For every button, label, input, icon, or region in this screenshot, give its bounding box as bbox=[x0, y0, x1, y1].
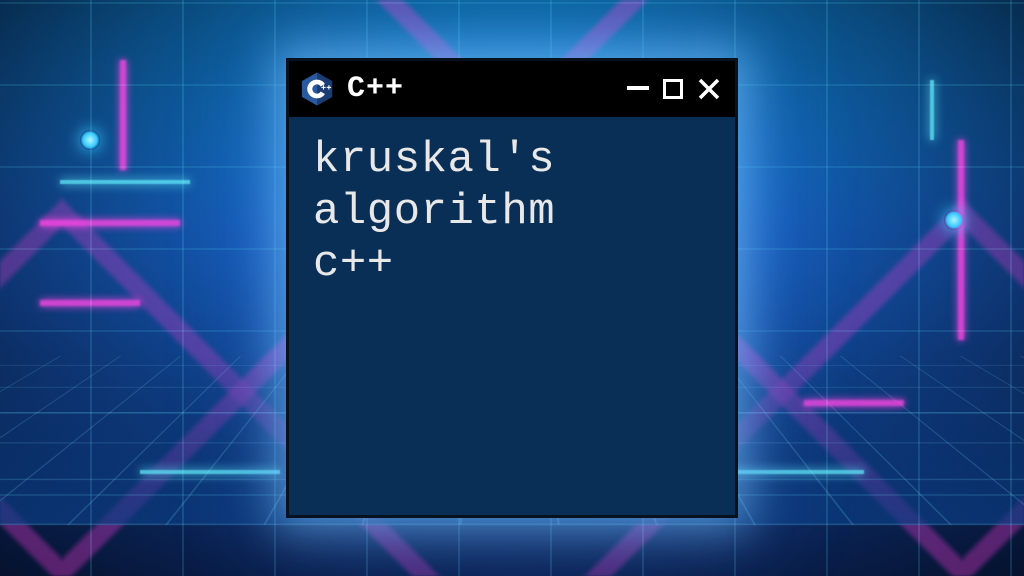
minimize-icon bbox=[627, 86, 649, 90]
terminal-window: C++ kruskal's algorithm c++ bbox=[286, 58, 738, 518]
maximize-button[interactable] bbox=[663, 79, 683, 99]
window-controls bbox=[627, 77, 721, 101]
close-button[interactable] bbox=[697, 77, 721, 101]
neon-dot bbox=[944, 210, 964, 230]
window-title: C++ bbox=[347, 72, 615, 106]
titlebar[interactable]: C++ bbox=[289, 61, 735, 117]
neon-line bbox=[40, 220, 180, 226]
maximize-icon bbox=[663, 79, 683, 99]
neon-dot bbox=[80, 130, 100, 150]
neon-line bbox=[804, 400, 904, 406]
neon-line bbox=[140, 470, 280, 474]
terminal-body[interactable]: kruskal's algorithm c++ bbox=[289, 117, 735, 309]
close-icon bbox=[697, 77, 721, 101]
neon-line bbox=[40, 300, 140, 306]
neon-line bbox=[120, 60, 126, 170]
neon-line bbox=[930, 80, 934, 140]
cpp-logo-icon bbox=[299, 71, 335, 107]
neon-line bbox=[958, 140, 964, 340]
neon-line bbox=[60, 180, 190, 184]
minimize-button[interactable] bbox=[627, 86, 649, 92]
